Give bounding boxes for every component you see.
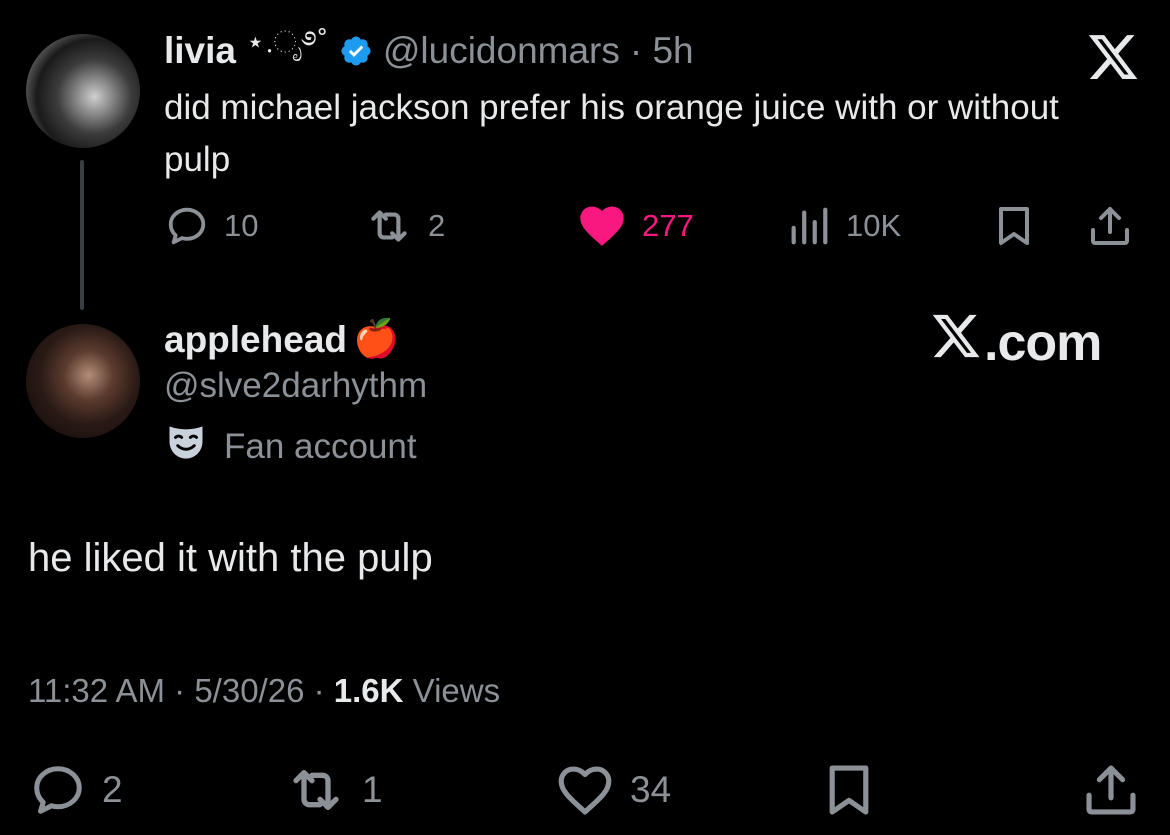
reply-meta: 11:32 AM · 5/30/26 · 1.6K Views — [28, 672, 501, 709]
parent-display-name[interactable]: livia — [164, 30, 236, 72]
views-icon — [786, 203, 832, 249]
parent-header: livia ⋆.ೃ࿔˚ @lucidonmars · 5h — [164, 26, 694, 74]
reply-views-label: Views — [412, 672, 501, 709]
watermark: .com — [930, 310, 1102, 375]
parent-like-count: 277 — [642, 208, 694, 243]
watermark-text: .com — [984, 313, 1102, 372]
parent-repost-count: 2 — [428, 208, 446, 243]
parent-share-button[interactable] — [1086, 196, 1134, 256]
reply-icon — [164, 203, 210, 249]
verified-icon — [339, 34, 373, 68]
share-icon — [1086, 202, 1134, 250]
parent-reply-count: 10 — [224, 208, 259, 243]
reply-name-text: applehead — [164, 318, 347, 360]
repost-icon — [364, 201, 414, 251]
share-icon — [1080, 759, 1142, 821]
parent-view-count: 10K — [846, 208, 902, 243]
reply-date[interactable]: 5/30/26 — [194, 672, 304, 709]
reply-reply-button[interactable]: 2 — [28, 760, 123, 820]
parent-reply-button[interactable]: 10 — [164, 196, 258, 256]
apple-emoji: 🍎 — [353, 318, 400, 359]
heart-icon — [576, 200, 628, 252]
fan-account-text: Fan account — [224, 426, 417, 466]
reply-handle[interactable]: @slve2darhythm — [164, 366, 427, 406]
reply-like-button[interactable]: 34 — [554, 760, 671, 820]
x-logo-icon — [930, 310, 984, 375]
reply-icon — [28, 760, 88, 820]
parent-views-button[interactable]: 10K — [786, 196, 901, 256]
reply-tweet-text: he liked it with the pulp — [28, 536, 433, 580]
parent-handle[interactable]: @lucidonmars — [383, 30, 620, 72]
parent-timestamp: · 5h — [629, 30, 694, 71]
reply-repost-button[interactable]: 1 — [284, 760, 383, 820]
thread-line — [80, 160, 84, 310]
parent-bookmark-button[interactable] — [990, 196, 1038, 256]
parent-like-button[interactable]: 277 — [576, 196, 694, 256]
reply-share-button[interactable] — [1080, 760, 1142, 820]
reply-time[interactable]: 11:32 AM — [28, 672, 165, 709]
reply-bookmark-button[interactable] — [818, 760, 880, 820]
fan-account-icon — [164, 420, 208, 473]
bookmark-icon — [990, 202, 1038, 250]
bookmark-icon — [818, 759, 880, 821]
parent-repost-button[interactable]: 2 — [364, 196, 445, 256]
reply-reply-count: 2 — [102, 769, 123, 810]
fan-account-label: Fan account — [164, 420, 417, 473]
reply-display-name[interactable]: applehead 🍎 — [164, 318, 399, 361]
reply-avatar[interactable] — [26, 324, 140, 438]
heart-icon — [554, 759, 616, 821]
parent-avatar[interactable] — [26, 34, 140, 148]
reply-like-count: 34 — [630, 769, 672, 810]
parent-name-decoration: ⋆.ೃ࿔˚ — [246, 26, 329, 59]
parent-tweet-text: did michael jackson prefer his orange ju… — [164, 88, 1059, 179]
reply-repost-count: 1 — [362, 769, 383, 810]
x-logo-icon — [1086, 30, 1140, 84]
reply-views-count: 1.6K — [333, 672, 404, 709]
repost-icon — [284, 758, 348, 822]
